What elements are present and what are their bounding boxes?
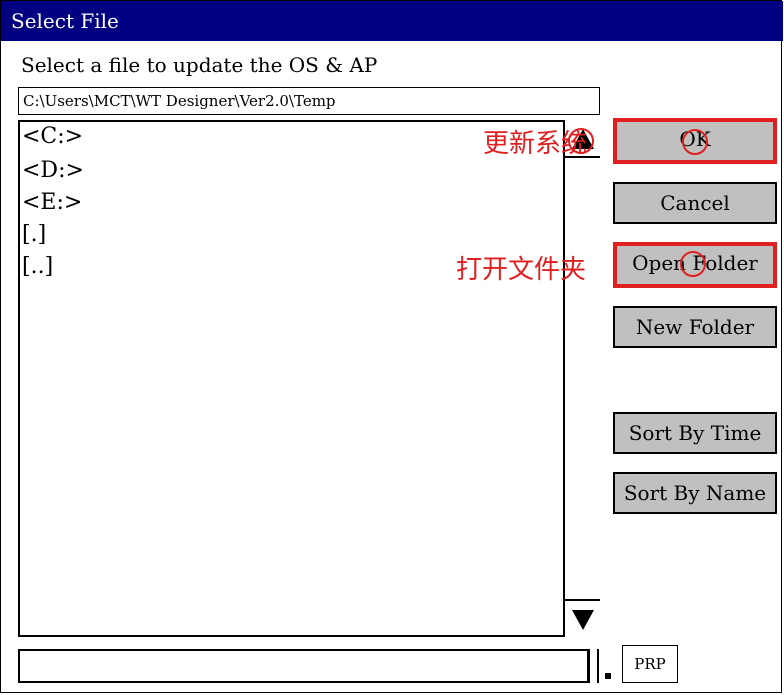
scroll-down-button[interactable]	[565, 599, 600, 637]
file-list[interactable]: <C:> <D:> <E:> [.] [..]	[18, 120, 600, 637]
window-title: Select File	[1, 1, 783, 41]
extension-field: PRP	[622, 645, 678, 683]
list-item-drive-d[interactable]: <D:>	[22, 158, 84, 183]
annotation-circle-open-folder	[680, 251, 706, 277]
filename-input[interactable]	[18, 649, 590, 683]
cancel-button[interactable]: Cancel	[613, 182, 777, 224]
sort-by-name-button[interactable]: Sort By Name	[613, 472, 777, 514]
list-item-drive-e[interactable]: <E:>	[22, 190, 82, 215]
dialog-instruction: Select a file to update the OS & AP	[21, 53, 378, 77]
annotation-circle-ok	[682, 129, 708, 155]
list-item-parent-dir[interactable]: [..]	[22, 254, 53, 279]
sort-by-time-button[interactable]: Sort By Time	[613, 412, 777, 454]
list-item-current-dir[interactable]: [.]	[22, 222, 46, 247]
sort-by-name-button-label: Sort By Name	[623, 481, 767, 505]
extension-dot	[605, 673, 611, 679]
sort-by-time-button-label: Sort By Time	[628, 421, 762, 445]
new-folder-button-label: New Folder	[635, 315, 755, 339]
current-path-field: C:\Users\MCT\WT Designer\Ver2.0\Temp	[18, 87, 600, 115]
triangle-down-icon	[572, 610, 594, 630]
annotation-open-folder: 打开文件夹	[456, 255, 587, 285]
list-item-drive-c[interactable]: <C:>	[22, 124, 83, 149]
list-scrollbar[interactable]	[563, 120, 600, 637]
annotation-circle-scroll	[568, 128, 594, 154]
cancel-button-label: Cancel	[660, 191, 730, 215]
filename-input-scrollbar[interactable]	[587, 649, 599, 683]
select-file-dialog: Select File Select a file to update the …	[0, 0, 783, 693]
new-folder-button[interactable]: New Folder	[613, 306, 777, 348]
